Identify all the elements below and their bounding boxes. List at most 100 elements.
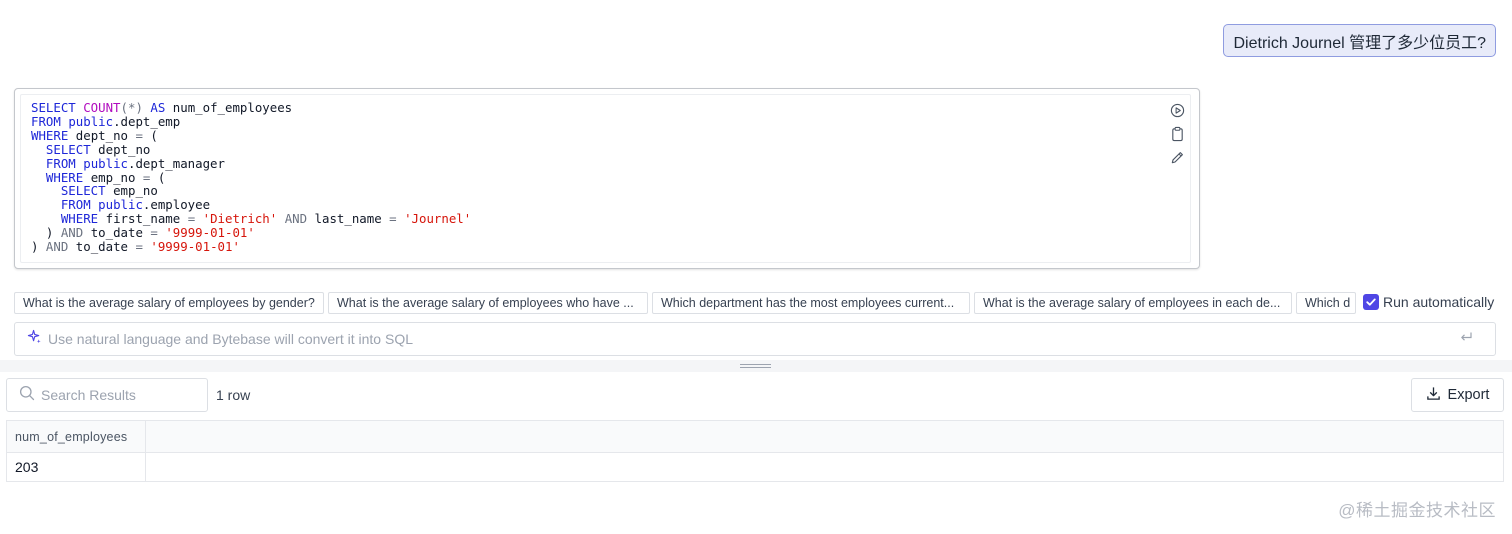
table-header-row: num_of_employees: [6, 420, 1504, 453]
sql-line: SELECT dept_no: [31, 141, 471, 157]
sql-token: ): [31, 225, 61, 241]
sql-token: .dept_manager: [128, 155, 225, 171]
sql-editor-page: Dietrich Journel 管理了多少位员工? SELECT COUNT(…: [0, 0, 1512, 534]
enter-icon[interactable]: [1459, 330, 1473, 348]
sql-line: WHERE first_name = 'Dietrich' AND last_n…: [31, 212, 471, 226]
search-results-input[interactable]: [41, 387, 201, 403]
sql-token: AS: [150, 100, 166, 115]
sql-line: WHERE emp_no = (: [31, 169, 471, 185]
sql-token: FROM: [45, 155, 84, 171]
row-count: 1 row: [216, 387, 251, 403]
table-row: 203: [6, 452, 1504, 482]
search-results-box[interactable]: [6, 378, 208, 412]
sql-line: ) AND to_date = '9999-01-01': [31, 226, 471, 240]
checkbox-checked-icon[interactable]: [1363, 294, 1379, 310]
sql-line: WHERE dept_no = (: [31, 127, 471, 143]
sql-token: =: [150, 225, 158, 241]
sql-code-panel: SELECT COUNT(*) AS num_of_employees FROM …: [14, 88, 1200, 269]
sql-token: COUNT: [83, 100, 121, 115]
sql-token: dept_no: [90, 141, 151, 157]
sql-token: (: [142, 127, 158, 143]
suggestion-chips: What is the average salary of employees …: [14, 292, 1356, 314]
natural-language-input-box[interactable]: [14, 322, 1496, 356]
sql-token: public: [68, 113, 114, 129]
sql-code: SELECT COUNT(*) AS num_of_employees FROM …: [31, 101, 471, 254]
sql-token: .dept_emp: [113, 113, 181, 129]
suggestion-chip[interactable]: What is the average salary of employees …: [974, 292, 1292, 314]
sql-token: AND: [45, 239, 69, 255]
natural-language-input[interactable]: [48, 331, 1459, 347]
sql-line: FROM public.employee: [31, 198, 471, 212]
sql-token: '9999-01-01': [165, 225, 255, 241]
sql-token: 'Dietrich': [202, 211, 278, 227]
sql-token: public: [83, 155, 128, 171]
sql-token: '9999-01-01': [150, 239, 240, 255]
sql-token: .employee: [142, 197, 211, 213]
export-button[interactable]: Export: [1411, 378, 1504, 412]
sparkle-icon: [27, 329, 42, 349]
sql-token: (*): [120, 100, 143, 115]
sql-token: SELECT: [45, 141, 91, 157]
sql-token: 'Journel': [404, 211, 472, 227]
sql-actions: [1170, 103, 1186, 165]
sql-token: AND: [60, 225, 84, 241]
sql-token: num_of_employees: [165, 100, 293, 115]
pencil-icon[interactable]: [1170, 150, 1186, 165]
sql-line: FROM public.dept_manager: [31, 155, 471, 171]
empty-cell: [145, 452, 1504, 482]
sql-token: AND: [284, 211, 308, 227]
sql-token: WHERE: [45, 169, 84, 185]
sql-token: emp_no: [105, 183, 158, 199]
export-label: Export: [1447, 387, 1490, 403]
sql-token: =: [135, 127, 143, 143]
suggestion-chip[interactable]: Which department has the most employees …: [652, 292, 970, 314]
sql-token: =: [135, 239, 143, 255]
sql-line: ) AND to_date = '9999-01-01': [31, 240, 471, 254]
play-icon[interactable]: [1170, 103, 1186, 118]
watermark: @稀土掘金技术社区: [1338, 501, 1496, 520]
results-table: num_of_employees 203: [6, 420, 1504, 482]
resize-handle[interactable]: [740, 364, 771, 368]
clipboard-icon[interactable]: [1170, 126, 1186, 142]
suggestion-chip[interactable]: What is the average salary of employees …: [14, 292, 324, 314]
sql-line: FROM public.dept_emp: [31, 113, 471, 129]
suggestion-chip[interactable]: What is the average salary of employees …: [328, 292, 648, 314]
sql-token: =: [389, 211, 397, 227]
sql-token: WHERE: [31, 127, 69, 143]
column-header[interactable]: num_of_employees: [6, 420, 146, 453]
run-automatically-toggle[interactable]: Run automatically: [1363, 294, 1494, 310]
sql-token: FROM: [31, 113, 69, 129]
table-cell[interactable]: 203: [6, 452, 146, 482]
sql-line: SELECT emp_no: [31, 184, 471, 198]
sql-token: emp_no: [83, 169, 143, 185]
run-automatically-label: Run automatically: [1383, 294, 1495, 310]
sql-token: WHERE: [60, 211, 99, 227]
sql-token: to_date: [83, 225, 151, 241]
sql-line: SELECT COUNT(*) AS num_of_employees: [31, 101, 471, 115]
sql-code-block: SELECT COUNT(*) AS num_of_employees FROM …: [20, 94, 1191, 263]
question-text: Dietrich Journel 管理了多少位员工?: [1233, 34, 1486, 52]
sql-token: to_date: [68, 239, 136, 255]
sql-token: last_name: [307, 211, 390, 227]
sql-token: ): [31, 239, 46, 255]
panel-resize-bar: [0, 360, 1512, 372]
user-question-bubble: Dietrich Journel 管理了多少位员工?: [1223, 24, 1496, 57]
download-icon: [1426, 386, 1441, 405]
sql-token: SELECT: [31, 100, 84, 115]
sql-token: FROM: [60, 197, 99, 213]
sql-token: dept_no: [68, 127, 136, 143]
suggestion-chip[interactable]: Which d: [1296, 292, 1356, 314]
empty-header-cell: [145, 420, 1504, 453]
sql-token: SELECT: [60, 183, 106, 199]
sql-token: public: [98, 197, 143, 213]
sql-token: (: [150, 169, 166, 185]
search-icon: [19, 385, 35, 406]
